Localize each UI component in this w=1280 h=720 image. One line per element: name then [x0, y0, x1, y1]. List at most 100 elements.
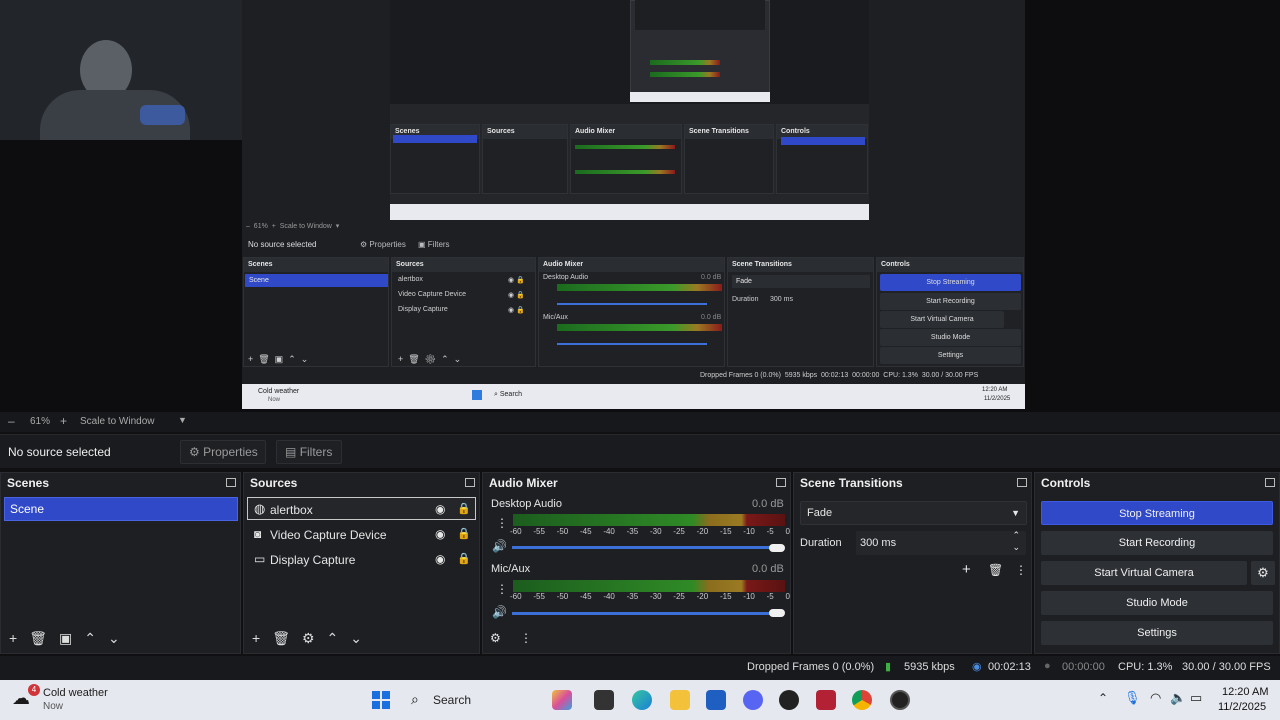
speaker-icon[interactable]: 🔊	[492, 605, 507, 619]
controls-title: Controls	[1041, 476, 1091, 490]
stream-icon: ◉	[972, 661, 982, 673]
camera-icon: ◙	[254, 527, 262, 541]
undock-icon[interactable]	[1265, 478, 1275, 487]
store-icon[interactable]	[706, 690, 726, 710]
fps: 30.00 / 30.00 FPS	[1182, 661, 1271, 673]
gear-icon: ⚙	[1257, 565, 1269, 580]
weather-subtitle: Now	[43, 701, 64, 712]
filters-button[interactable]: ▤ Filters	[276, 440, 342, 464]
clock-time[interactable]: 12:20 AM	[1222, 686, 1268, 698]
volume-slider[interactable]	[512, 546, 784, 549]
chevron-down-icon: ▼	[1011, 508, 1020, 518]
webcam-feed	[0, 0, 248, 140]
chevron-down-icon[interactable]: ▼	[178, 415, 187, 425]
search-icon[interactable]: ⌕	[411, 691, 419, 708]
meter-ticks: -60 -55 -50 -45 -40 -35 -30 -25 -20 -15 -10 -5 0	[510, 527, 790, 536]
obs-icon[interactable]	[890, 690, 910, 710]
cpu-usage: CPU: 1.3%	[1118, 661, 1173, 673]
volume-icon[interactable]: 🔈	[1170, 690, 1186, 706]
remove-scene-button[interactable]: 🗑	[29, 630, 47, 647]
copilot-icon[interactable]	[552, 690, 572, 710]
undock-icon[interactable]	[226, 478, 236, 487]
stop-streaming-button[interactable]: Stop Streaming	[1041, 501, 1273, 525]
discord-icon[interactable]	[743, 690, 763, 710]
kebab-menu-icon[interactable]: ⋮	[1015, 563, 1027, 577]
undock-icon[interactable]	[1017, 478, 1027, 487]
scenes-title: Scenes	[7, 476, 50, 490]
calculator-icon[interactable]	[816, 690, 836, 710]
slider-handle[interactable]	[769, 544, 785, 552]
lock-icon[interactable]: 🔒	[457, 527, 471, 540]
eye-icon[interactable]: ◉	[435, 552, 445, 566]
virtual-camera-settings-button[interactable]: ⚙	[1251, 561, 1275, 585]
task-view-icon[interactable]	[594, 690, 614, 710]
record-icon: ●	[1044, 660, 1051, 672]
search-box[interactable]: Search	[433, 693, 471, 707]
volume-slider[interactable]	[512, 612, 784, 615]
nested-sources-panel: Sources alertbox Video Capture Device Di…	[391, 257, 536, 367]
wifi-icon[interactable]: ◠	[1150, 690, 1161, 706]
chrome-icon[interactable]	[852, 690, 872, 710]
start-recording-button[interactable]: Start Recording	[1041, 531, 1273, 555]
duration-input[interactable]: 300 ms ⌃ ⌄	[856, 529, 1026, 555]
nested-status: Dropped Frames 0 (0.0%) 5935 kbps 00:02:…	[700, 372, 979, 379]
lock-icon[interactable]: 🔒	[457, 552, 471, 565]
eye-icon[interactable]: ◉	[435, 527, 445, 541]
edge-icon[interactable]	[632, 690, 652, 710]
move-down-button[interactable]: ⌄	[108, 630, 120, 647]
notification-badge: 4	[28, 684, 40, 696]
start-menu-icon[interactable]	[372, 691, 390, 709]
clock-date[interactable]: 11/2/2025	[1218, 701, 1266, 713]
volume-meter	[513, 580, 785, 592]
add-source-button[interactable]: +	[252, 630, 260, 646]
move-down-button[interactable]: ⌄	[350, 630, 362, 647]
source-label[interactable]: Video Capture Device	[270, 528, 387, 542]
scene-item[interactable]: Scene	[4, 497, 238, 521]
move-up-button[interactable]: ⌃	[84, 630, 96, 647]
no-source-label: No source selected	[8, 445, 111, 459]
preview-canvas[interactable]: Scenes Sources Audio Mixer Scene Transit…	[0, 0, 1280, 412]
battery-icon[interactable]: ▭	[1190, 690, 1202, 706]
settings-button[interactable]: Settings	[1041, 621, 1273, 645]
file-explorer-icon[interactable]	[670, 690, 690, 710]
nested-source-label: No source selected	[248, 240, 317, 249]
speaker-icon[interactable]: 🔊	[492, 539, 507, 553]
slider-handle[interactable]	[769, 609, 785, 617]
sources-panel: Sources ◍ alertbox ◙ Video Capture Devic…	[243, 472, 480, 654]
undock-icon[interactable]	[465, 478, 475, 487]
studio-mode-button[interactable]: Studio Mode	[1041, 591, 1273, 615]
channel-name: Mic/Aux	[491, 563, 531, 575]
channel-name: Desktop Audio	[491, 498, 562, 510]
source-label[interactable]: Display Capture	[270, 553, 355, 567]
meter-ticks: -60 -55 -50 -45 -40 -35 -30 -25 -20 -15 -10 -5 0	[510, 592, 790, 601]
scene-filters-button[interactable]: ▣	[59, 630, 72, 647]
zoom-out-button[interactable]: –	[8, 414, 15, 428]
scale-mode-dropdown[interactable]: Scale to Window	[80, 416, 154, 427]
chevron-up-icon[interactable]: ⌃	[1098, 691, 1108, 705]
stepper-icon[interactable]: ⌃ ⌄	[1012, 529, 1020, 553]
move-up-button[interactable]: ⌃	[327, 630, 339, 647]
lock-icon[interactable]: 🔒	[457, 502, 471, 515]
microphone-icon[interactable]: 🎙	[1124, 690, 1141, 706]
properties-button[interactable]: ⚙ Properties	[180, 440, 266, 464]
weather-title[interactable]: Cold weather	[43, 687, 108, 699]
transition-select[interactable]: Fade ▼	[800, 501, 1027, 525]
monitor-icon: ▭	[254, 552, 266, 566]
kebab-menu-icon[interactable]: ⋮	[496, 582, 508, 596]
kebab-menu-icon[interactable]: ⋮	[496, 516, 508, 530]
undock-icon[interactable]	[776, 478, 786, 487]
sources-title: Sources	[250, 476, 298, 490]
advanced-audio-icon[interactable]: ⚙	[490, 631, 501, 645]
add-scene-button[interactable]: +	[9, 630, 17, 646]
eye-icon[interactable]: ◉	[435, 502, 445, 516]
kebab-menu-icon[interactable]: ⋮	[520, 631, 532, 645]
controls-panel: Controls Stop Streaming Start Recording …	[1034, 472, 1280, 654]
volume-meter	[513, 514, 785, 526]
start-virtual-camera-button[interactable]: Start Virtual Camera	[1041, 561, 1247, 585]
zoom-in-button[interactable]: +	[60, 414, 67, 428]
remove-transition-button[interactable]: 🗑	[988, 563, 1003, 577]
remove-source-button[interactable]: 🗑	[272, 630, 290, 647]
app-icon[interactable]	[779, 690, 799, 710]
add-transition-button[interactable]: +	[962, 561, 971, 578]
source-settings-button[interactable]: ⚙	[302, 630, 315, 647]
